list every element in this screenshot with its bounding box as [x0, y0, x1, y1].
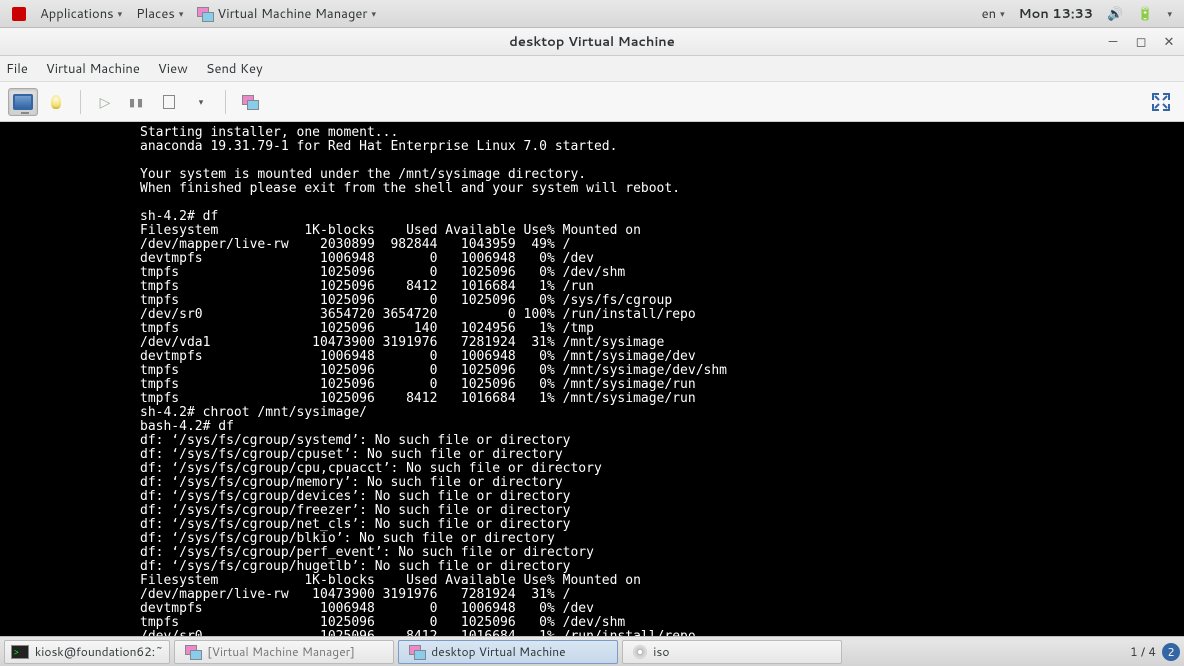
gnome-top-panel: Applications▾ Places▾ Virtual Machine Ma… — [0, 0, 1184, 28]
vmm-icon — [409, 645, 425, 659]
terminal-output: Starting installer, one moment... anacon… — [0, 126, 1184, 636]
battery-indicator[interactable]: 🔋 — [1131, 0, 1159, 27]
pause-button[interactable]: ▮▮ — [123, 88, 151, 116]
chevron-down-icon: ▾ — [199, 95, 204, 108]
system-menu[interactable]: ▾ — [1161, 0, 1178, 27]
vm-menubar: File Virtual Machine View Send Key — [0, 56, 1184, 82]
volume-indicator[interactable]: 🔊 — [1101, 0, 1129, 27]
window-titlebar: desktop Virtual Machine — ◻ ✕ — [0, 28, 1184, 56]
vmm-app-menu[interactable]: Virtual Machine Manager▾ — [191, 0, 382, 27]
lightbulb-icon — [51, 95, 61, 109]
disc-icon — [633, 645, 647, 659]
task-label: [Virtual Machine Manager] — [207, 643, 355, 660]
window-title: desktop Virtual Machine — [509, 33, 675, 51]
task-iso[interactable]: iso — [622, 640, 842, 664]
chevron-down-icon: ▾ — [1000, 7, 1005, 20]
window-minimize-button[interactable]: — — [1104, 33, 1122, 51]
vm-toolbar: ▷ ▮▮ ▾ — [0, 82, 1184, 122]
volume-icon: 🔊 — [1107, 5, 1123, 23]
vmm-icon — [185, 645, 201, 659]
clock[interactable]: Mon 13:33 — [1013, 0, 1100, 27]
chevron-down-icon: ▾ — [372, 7, 377, 20]
window-close-button[interactable]: ✕ — [1160, 33, 1178, 51]
monitor-icon — [13, 94, 33, 110]
menu-view[interactable]: View — [158, 60, 188, 78]
chevron-down-icon: ▾ — [1167, 7, 1172, 20]
console-button[interactable] — [8, 88, 38, 116]
bottom-taskbar: kiosk@foundation62:~ [Virtual Machine Ma… — [0, 636, 1184, 666]
applications-menu[interactable]: Applications▾ — [34, 0, 128, 27]
task-label: desktop Virtual Machine — [431, 643, 565, 660]
vm-console[interactable]: Starting installer, one moment... anacon… — [0, 122, 1184, 636]
task-label: iso — [653, 643, 669, 660]
chevron-down-icon: ▾ — [179, 7, 184, 20]
snapshots-button[interactable] — [236, 88, 264, 116]
shutdown-button[interactable] — [155, 88, 183, 116]
activities-hat[interactable] — [6, 0, 32, 27]
workspace-indicator[interactable]: 1 / 4 — [1130, 643, 1156, 660]
notification-badge[interactable]: 2 — [1162, 643, 1180, 661]
toolbar-separator — [80, 90, 81, 114]
task-vmm[interactable]: [Virtual Machine Manager] — [174, 640, 394, 664]
shutdown-menu-button[interactable]: ▾ — [187, 88, 215, 116]
redhat-icon — [12, 7, 26, 21]
chevron-down-icon: ▾ — [118, 7, 123, 20]
task-terminal[interactable]: kiosk@foundation62:~ — [4, 640, 170, 664]
menu-file[interactable]: File — [6, 60, 28, 78]
play-icon: ▷ — [100, 92, 111, 112]
menu-send-key[interactable]: Send Key — [206, 60, 263, 78]
toolbar-separator — [225, 90, 226, 114]
run-button[interactable]: ▷ — [91, 88, 119, 116]
places-menu[interactable]: Places▾ — [130, 0, 189, 27]
battery-icon: 🔋 — [1137, 5, 1153, 23]
stop-icon — [163, 95, 175, 109]
fullscreen-icon — [1151, 92, 1171, 112]
menu-virtual-machine[interactable]: Virtual Machine — [46, 60, 140, 78]
snapshots-icon — [242, 95, 258, 109]
pause-icon: ▮▮ — [129, 94, 145, 110]
terminal-icon — [11, 645, 29, 659]
vmm-icon — [197, 7, 213, 21]
window-maximize-button[interactable]: ◻ — [1132, 33, 1150, 51]
input-lang[interactable]: en▾ — [976, 0, 1011, 27]
task-label: kiosk@foundation62:~ — [35, 643, 163, 660]
task-desktop-vm[interactable]: desktop Virtual Machine — [398, 640, 618, 664]
fullscreen-button[interactable] — [1146, 88, 1176, 116]
details-button[interactable] — [42, 88, 70, 116]
